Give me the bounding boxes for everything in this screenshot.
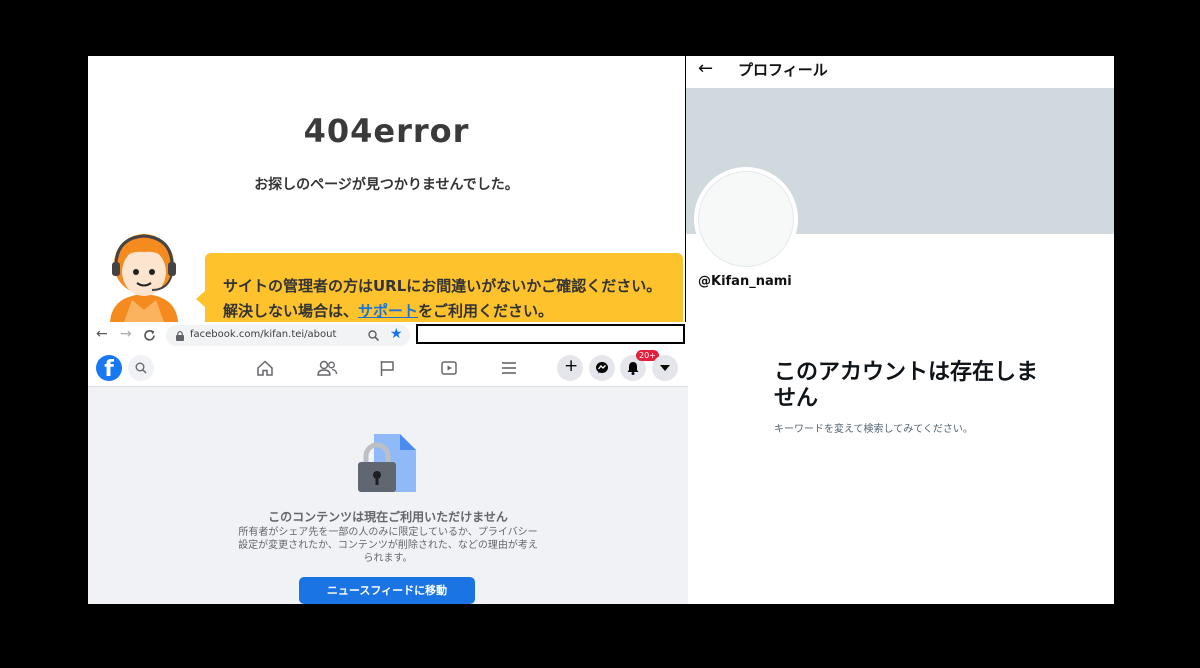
error-panel: 404error お探しのページが見つかりませんでした。 サイトの管理者の方はU… bbox=[88, 56, 685, 322]
friends-icon[interactable] bbox=[316, 359, 338, 377]
messenger-icon bbox=[596, 362, 608, 374]
profile-handle: @Kifan_nami bbox=[698, 274, 792, 289]
plus-icon: + bbox=[564, 356, 579, 376]
account-not-exist-title: このアカウントは存在しません bbox=[774, 360, 1039, 411]
back-arrow-icon[interactable]: ← bbox=[698, 58, 713, 79]
chevron-down-icon bbox=[660, 365, 670, 371]
redacted-box bbox=[416, 324, 685, 344]
unavailable-title: このコンテンツは現在ご利用いただけません bbox=[268, 510, 508, 524]
home-icon[interactable] bbox=[256, 359, 274, 377]
account-not-exist-hint: キーワードを変えて検索してみてください。 bbox=[774, 424, 973, 435]
avatar[interactable] bbox=[694, 167, 798, 271]
unavailable-description: 所有者がシェア先を一部の人のみに限定しているか、プライバシー設定が変更されたか、… bbox=[238, 527, 538, 564]
speech-bubble-text: サイトの管理者の方はURLにお間違いがないかご確認ください。 解決しない場合は、… bbox=[223, 274, 678, 322]
news-feed-button[interactable]: ニュースフィードに移動 bbox=[299, 577, 475, 604]
bookmark-star-icon[interactable]: ★ bbox=[390, 326, 403, 342]
profile-header-title: プロフィール bbox=[738, 61, 828, 79]
bubble-line-2-pre: 解決しない場合は、 bbox=[223, 302, 359, 320]
content-area bbox=[88, 387, 688, 604]
browser-forward-icon[interactable]: → bbox=[120, 326, 132, 342]
twitter-profile-panel: ← プロフィール @Kifan_nami このアカウントは存在しません キーワー… bbox=[686, 56, 1114, 604]
locked-content-icon bbox=[358, 434, 416, 492]
menu-icon[interactable] bbox=[501, 360, 517, 376]
support-link[interactable]: サポート bbox=[358, 302, 418, 320]
bell-icon bbox=[627, 362, 639, 375]
search-icon bbox=[135, 362, 147, 374]
support-operator-icon bbox=[110, 234, 178, 322]
address-bar-url: facebook.com/kifan.tei/about bbox=[190, 329, 337, 340]
watch-icon[interactable] bbox=[440, 359, 458, 377]
lock-icon bbox=[176, 331, 184, 341]
pages-flag-icon[interactable] bbox=[379, 359, 395, 377]
bubble-line-2-post: をご利用ください。 bbox=[418, 302, 554, 320]
bubble-line-1: サイトの管理者の方はURLにお間違いがないかご確認ください。 bbox=[223, 277, 662, 295]
error-title: 404error bbox=[303, 112, 470, 150]
browser-reload-icon[interactable] bbox=[143, 329, 156, 342]
facebook-logo-icon[interactable]: f bbox=[96, 355, 122, 381]
zoom-icon[interactable] bbox=[368, 330, 379, 341]
facebook-panel: ← → facebook.com/kifan.tei/about ★ f + 2… bbox=[88, 322, 688, 604]
error-subtitle: お探しのページが見つかりませんでした。 bbox=[254, 177, 519, 193]
bubble-line-2: 解決しない場合は、サポートをご利用ください。 bbox=[223, 299, 678, 322]
browser-back-icon[interactable]: ← bbox=[96, 326, 108, 342]
